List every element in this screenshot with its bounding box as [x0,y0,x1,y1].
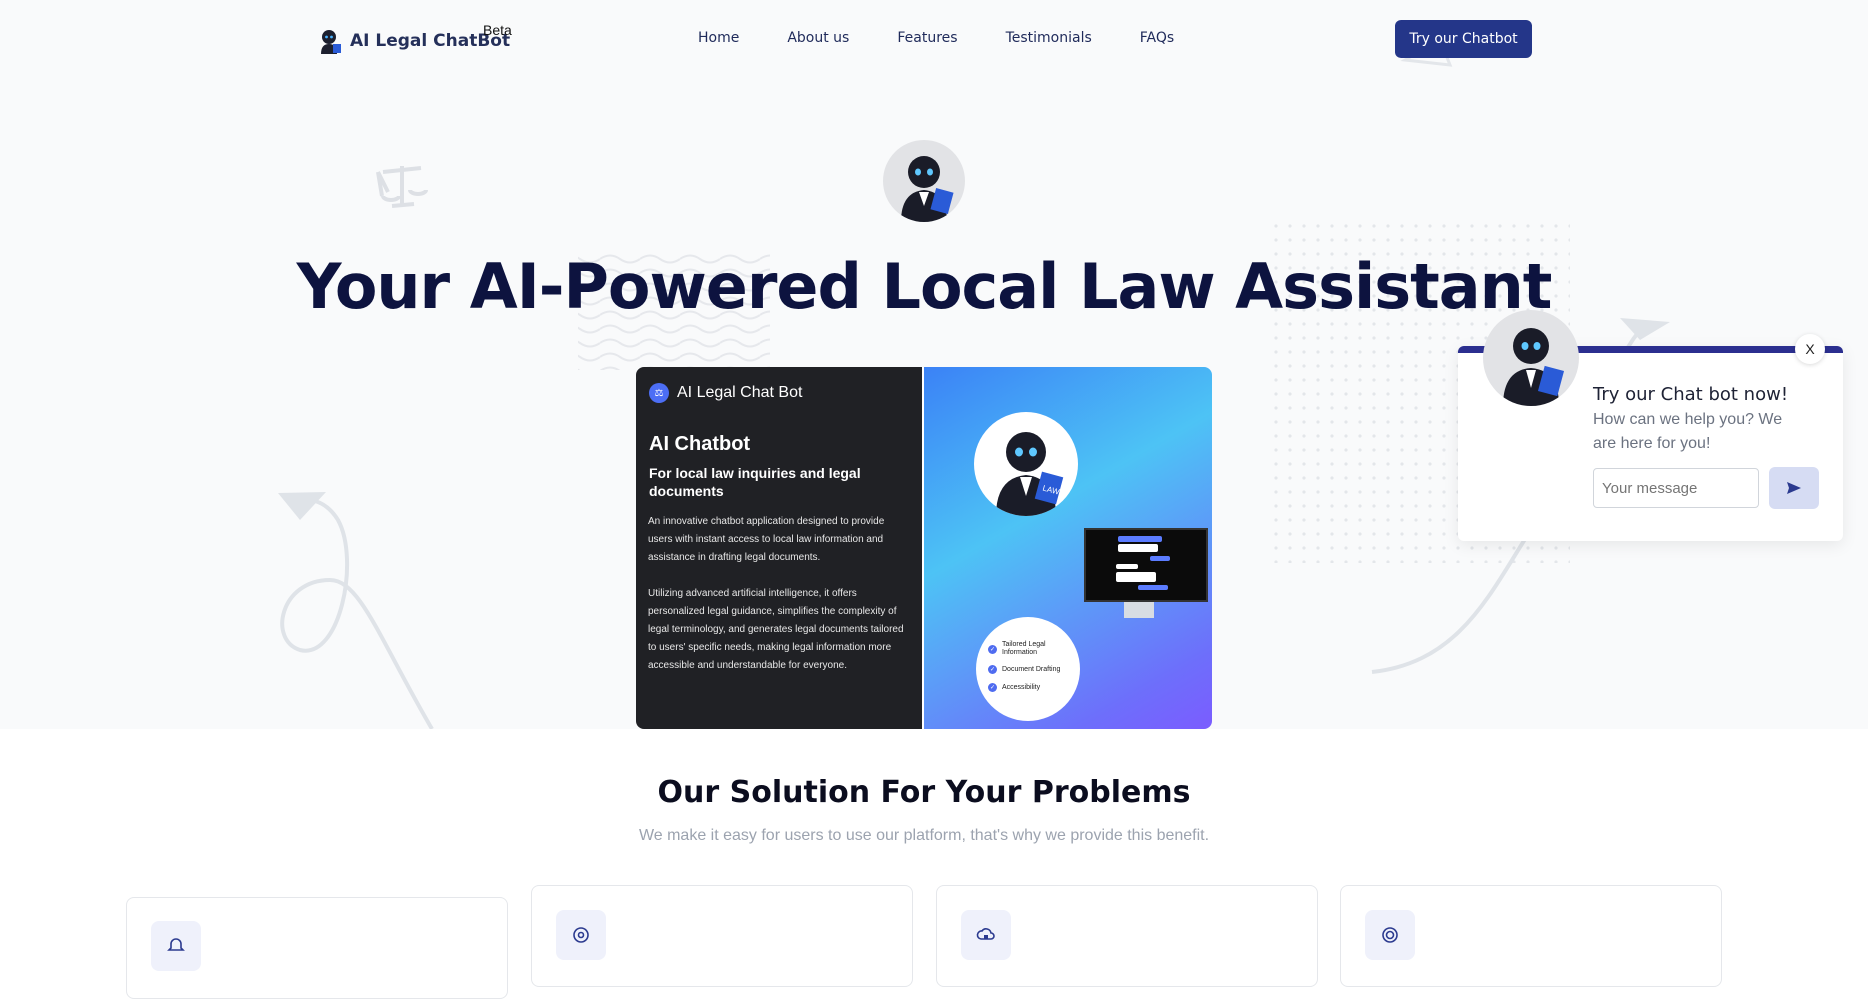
try-chatbot-button[interactable]: Try our Chatbot [1395,20,1532,58]
widget-send-button[interactable] [1769,467,1819,509]
send-icon [1787,482,1801,494]
preview-robot-avatar: LAW [974,412,1078,516]
robot-lawyer-icon: LAW [996,432,1064,516]
sync-icon [556,910,606,960]
nav-about-us[interactable]: About us [787,30,849,46]
nav-features[interactable]: Features [897,30,957,46]
scale-icon [376,166,428,208]
benefit-card [936,885,1318,987]
notification-icon [151,921,201,971]
robot-lawyer-icon [1503,328,1565,406]
beta-badge: Beta [483,22,512,38]
support-icon [1365,910,1415,960]
cloud-lock-icon [961,910,1011,960]
nav-testimonials[interactable]: Testimonials [1006,30,1092,46]
widget-close-button[interactable]: X [1795,334,1825,364]
benefit-card [1340,885,1722,987]
robot-logo-icon [321,30,341,54]
preview-right-panel: LAW ✓ Tailored Legal Information ✓ Docum… [922,367,1212,729]
logo[interactable]: AI Legal ChatBot [318,28,510,54]
hero-robot-avatar [883,140,965,222]
main-nav: Home About us Features Testimonials FAQs [698,30,1222,46]
widget-robot-avatar [1483,310,1579,406]
solution-title: Our Solution For Your Problems [657,775,1191,810]
monitor-illustration [1084,528,1208,602]
feature-item: ✓ Accessibility [988,683,1041,692]
feature-item: ✓ Document Drafting [988,665,1061,674]
robot-lawyer-icon [901,156,954,222]
preview-app-title-text: AI Legal Chat Bot [677,384,803,401]
monitor-stand [1124,602,1154,618]
preview-heading: AI Chatbot [649,433,751,455]
widget-message-input[interactable] [1593,468,1759,508]
features-badge: ✓ Tailored Legal Information ✓ Document … [976,617,1080,721]
feature-item: ✓ Tailored Legal Information [988,641,1046,656]
swirl-arrow [280,497,434,729]
nav-home[interactable]: Home [698,30,739,46]
check-icon: ✓ [988,665,997,674]
check-icon: ✓ [988,683,997,692]
preview-app-title: ⚖ AI Legal Chat Bot [649,383,802,403]
benefit-card [126,897,508,999]
benefit-card [531,885,913,987]
preview-paragraph-1: An innovative chatbot application design… [648,516,885,563]
solution-subtitle: We make it easy for users to use our pla… [638,827,1210,844]
preview-subheading: For local law inquiries and legal docume… [649,465,861,499]
widget-title: Try our Chat bot now! [1593,384,1789,405]
check-icon: ✓ [988,644,997,654]
app-preview-card: ⚖ AI Legal Chat Bot AI Chatbot For local… [636,367,1212,729]
hero-headline: Your AI-Powered Local Law Assistant [296,250,1553,323]
preview-left-panel: ⚖ AI Legal Chat Bot AI Chatbot For local… [636,367,922,729]
preview-paragraph-2: Utilizing advanced artificial intelligen… [648,588,904,671]
nav-faqs[interactable]: FAQs [1140,30,1174,46]
scale-badge-icon: ⚖ [649,383,669,403]
widget-subtitle: How can we help you? We are here for you… [1593,411,1783,452]
chat-screen-icon [1116,536,1170,590]
